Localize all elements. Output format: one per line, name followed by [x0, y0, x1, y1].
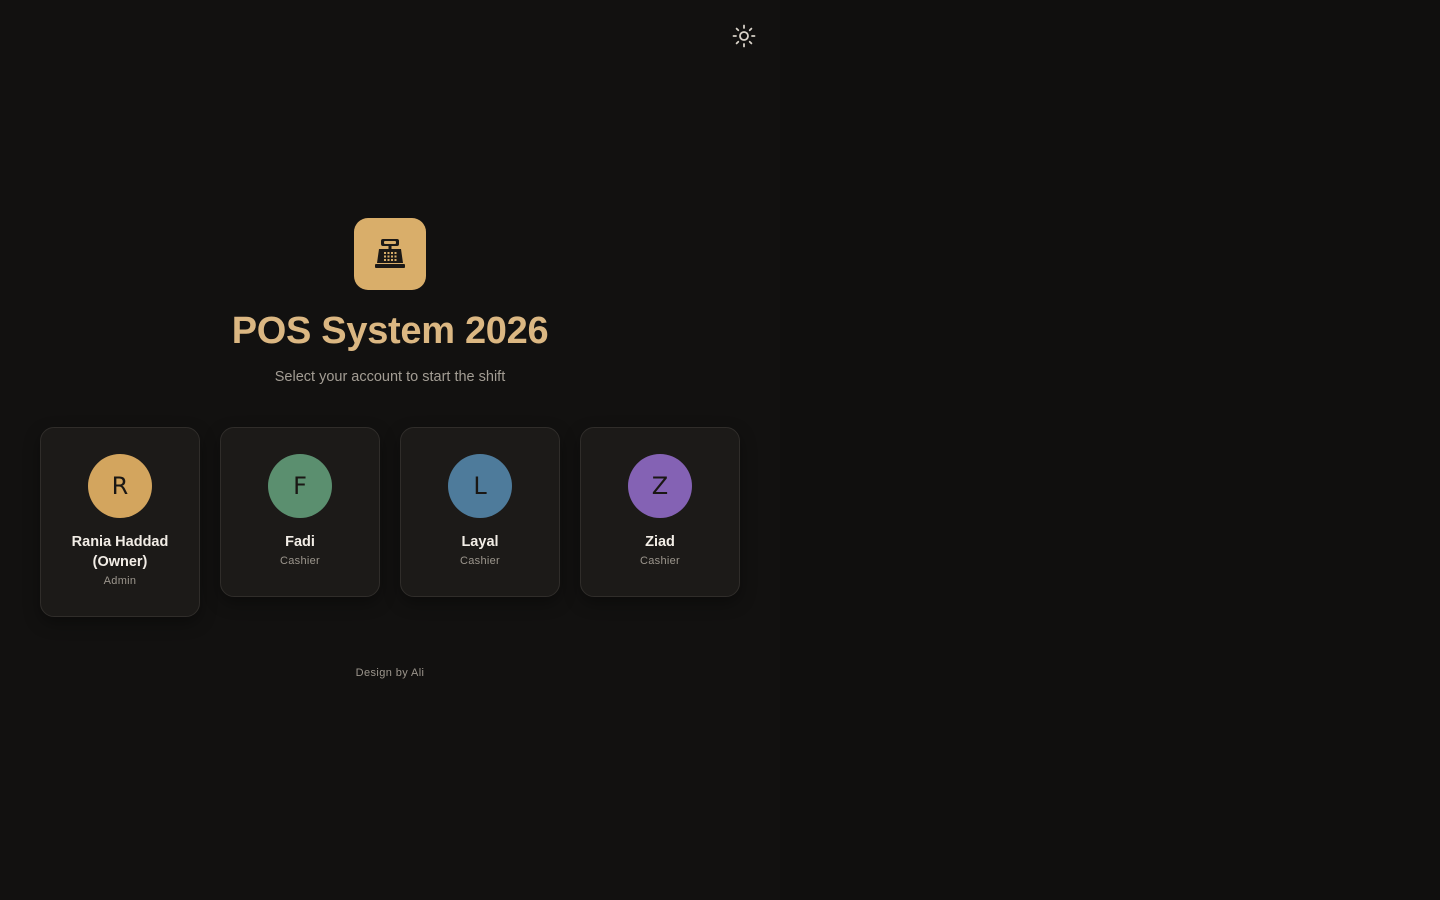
account-list: R Rania Haddad (Owner) Admin F Fadi Cash… — [40, 427, 740, 617]
avatar: L — [448, 454, 512, 518]
account-role: Cashier — [279, 555, 320, 567]
cash-register-icon — [375, 239, 405, 268]
account-card-fadi[interactable]: F Fadi Cashier — [220, 427, 380, 597]
page-subtitle: Select your account to start the shift — [274, 369, 506, 385]
account-role: Cashier — [639, 555, 680, 567]
design-credit: Design by Ali — [355, 667, 425, 679]
account-card-rania[interactable]: R Rania Haddad (Owner) Admin — [40, 427, 200, 617]
account-role: Admin — [103, 575, 137, 587]
account-role: Cashier — [459, 555, 500, 567]
sun-icon — [732, 24, 756, 48]
login-page: POS System 2026 Select your account to s… — [0, 0, 1440, 900]
account-card-layal[interactable]: L Layal Cashier — [400, 427, 560, 597]
account-name: Fadi — [285, 534, 315, 550]
app-logo — [354, 218, 426, 290]
account-name: Rania Haddad (Owner) — [71, 534, 169, 570]
page-title: POS System 2026 — [231, 310, 549, 352]
account-name: Layal — [461, 534, 499, 550]
account-card-ziad[interactable]: Z Ziad Cashier — [580, 427, 740, 597]
avatar: F — [268, 454, 332, 518]
avatar: R — [88, 454, 152, 518]
account-selection-pane: POS System 2026 Select your account to s… — [0, 0, 780, 900]
account-name: Ziad — [645, 534, 675, 550]
avatar: Z — [628, 454, 692, 518]
theme-toggle-button[interactable] — [731, 23, 757, 49]
